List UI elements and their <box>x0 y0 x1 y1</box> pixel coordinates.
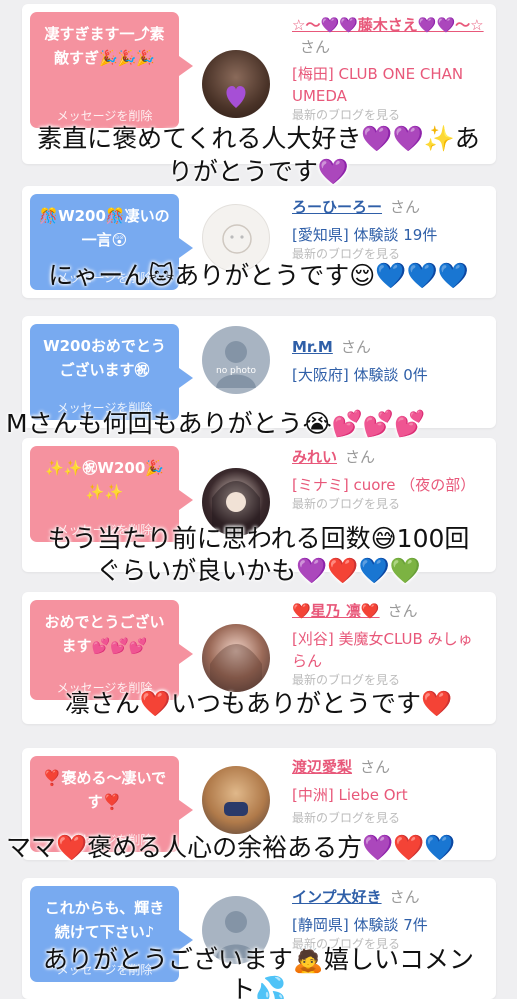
avatar[interactable] <box>202 624 270 692</box>
honorific: さん <box>345 448 376 466</box>
user-name-link[interactable]: みれい <box>292 448 337 466</box>
latest-blog-link[interactable]: 最新のブログを見る <box>292 810 486 826</box>
overlay-caption: ト💦 <box>230 975 287 999</box>
person-silhouette-icon <box>216 341 256 388</box>
user-meta[interactable]: [大阪府] 体験談 0件 <box>292 364 486 386</box>
overlay-caption: 素直に褒めてくれる人大好き💜💜✨あ <box>37 124 480 153</box>
honorific: さん <box>387 602 418 620</box>
honorific: さん <box>300 38 331 56</box>
profile-photo-icon <box>210 644 262 692</box>
masked-face-icon <box>224 802 248 816</box>
message-text: これからも、輝き続けて下さい♪ <box>44 899 165 941</box>
honorific: さん <box>340 338 371 356</box>
heart-sticker-icon <box>226 86 246 108</box>
message-bubble: おめでとうございます💕💕💕 メッセージを削除 <box>30 600 193 700</box>
user-name-link[interactable]: ☆〜💜💜藤木さえ💜💜〜☆ <box>292 16 484 34</box>
avatar[interactable]: no photo <box>202 326 270 394</box>
overlay-caption: ありがとうございます🙇嬉しいコメン <box>42 945 475 974</box>
overlay-caption: 凛さん❤️いつもありがとうです❤️ <box>64 689 453 718</box>
overlay-caption: にゃーん🐱ありがとうです😌💙💙💙 <box>48 261 469 290</box>
user-name-link[interactable]: 渡辺愛梨 <box>292 758 352 776</box>
overlay-caption: Mさんも何回もありがとう😭💕💕💕 <box>6 409 426 438</box>
message-text: ✨✨㊗W200🎉✨✨ <box>45 459 164 501</box>
message-text: おめでとうございます💕💕💕 <box>44 613 165 655</box>
no-photo-label: no photo <box>215 366 257 376</box>
avatar[interactable] <box>202 766 270 834</box>
user-meta[interactable]: [梅田] CLUB ONE CHAN UMEDA <box>292 63 486 107</box>
honorific: さん <box>389 888 420 906</box>
overlay-caption: ママ❤️褒める人心の余裕ある方💜❤️💙 <box>6 833 456 862</box>
honorific: さん <box>390 198 421 216</box>
user-meta[interactable]: [静岡県] 体験談 7件 <box>292 914 486 936</box>
latest-blog-link[interactable]: 最新のブログを見る <box>292 496 486 512</box>
overlay-caption: りがとうです💜 <box>167 157 350 186</box>
message-bubble: W200おめでとうございます㊗ メッセージを削除 <box>30 324 193 420</box>
overlay-caption: もう当たり前に思われる回数😅100回 <box>47 524 470 553</box>
message-text: 🎊W200🎊凄いの一言😲 <box>39 207 170 249</box>
user-meta[interactable]: [愛知県] 体験談 19件 <box>292 224 486 246</box>
user-name-link[interactable]: インプ大好き <box>292 888 382 906</box>
avatar[interactable] <box>202 50 270 118</box>
user-name-link[interactable]: ろーひーろー <box>292 198 382 216</box>
message-text: 凄すぎます一⤴素敵すぎ🎉🎉🎉 <box>44 25 165 67</box>
latest-blog-link[interactable]: 最新のブログを見る <box>292 107 486 123</box>
latest-blog-link[interactable]: 最新のブログを見る <box>292 672 486 688</box>
message-text: W200おめでとうございます㊗ <box>43 337 166 379</box>
message-bubble: 凄すぎます一⤴素敵すぎ🎉🎉🎉 メッセージを削除 <box>30 12 193 128</box>
user-name-link[interactable]: ❤️星乃 凛❤️ <box>292 602 380 620</box>
honorific: さん <box>360 758 391 776</box>
overlay-caption: ぐらいが良いかも💜❤️💙💚 <box>96 556 421 585</box>
user-name-link[interactable]: Mr.M <box>292 338 333 356</box>
message-text: ❣️褒める〜凄いです❣️ <box>42 769 167 811</box>
user-meta[interactable]: [刈谷] 美魔女CLUB みしゅらん <box>292 628 486 672</box>
user-meta[interactable]: [ミナミ] cuore （夜の部） <box>292 474 486 496</box>
user-meta[interactable]: [中洲] Liebe Ort <box>292 784 486 806</box>
